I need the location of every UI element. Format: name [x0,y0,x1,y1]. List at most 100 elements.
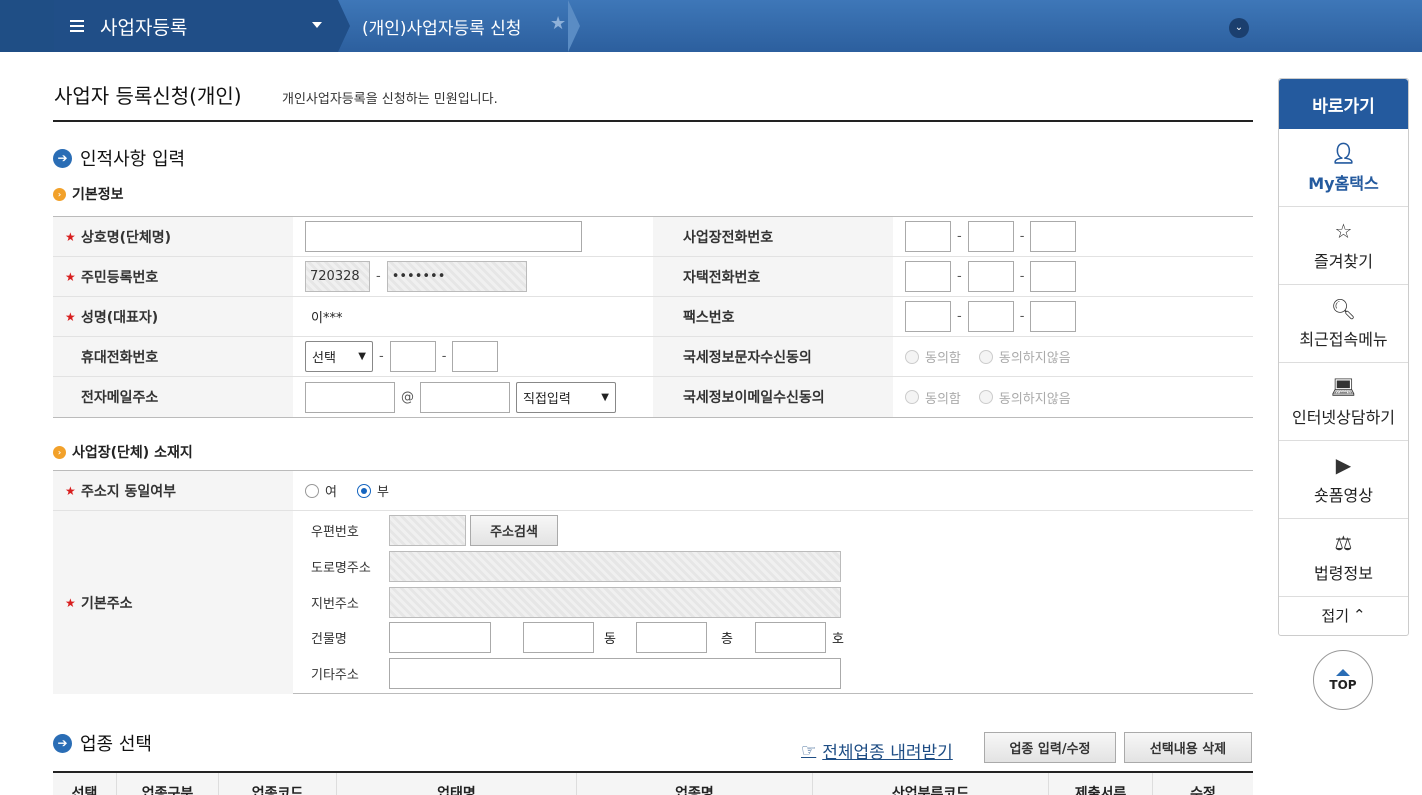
quick-item-label: 법령정보 [1314,563,1373,583]
building-name-input[interactable] [389,622,491,653]
quick-item-label: 인터넷상담하기 [1291,407,1396,427]
col-industry-type: 업종구분 [117,773,219,795]
biz-phone-2-input[interactable] [967,221,1014,252]
road-address-input [389,551,841,582]
email-disagree-radio[interactable] [978,390,993,404]
gavel-icon: ⚖ [1334,530,1353,555]
home-phone-2-input[interactable] [967,261,1014,292]
menu-title[interactable]: 사업자등록 [100,13,187,40]
home-phone-label: 자택전화번호 [683,269,761,286]
etc-address-input[interactable] [389,658,841,689]
basic-info-table: ★ 상호명(단체명) 사업장전화번호 - - ★ 주민등록번호 720328 - •… [53,216,1253,418]
label-cell: ★ 기본주소 [53,511,293,694]
label-cell: ★ 주소지 동일여부 [53,471,293,510]
delete-selection-button[interactable]: 선택내용 삭제 [1124,732,1252,763]
biz-phone-1-input[interactable] [905,221,951,252]
fax-3-input[interactable] [1030,301,1077,332]
email-agree-radio[interactable] [905,390,919,404]
road-address-row: 도로명주소 [293,551,1253,582]
edit-industry-button[interactable]: 업종 입력/수정 [984,732,1116,763]
star-outline-icon: ☆ [1334,218,1353,243]
required-mark: ★ [65,309,76,324]
ho-input[interactable] [755,622,826,653]
value-cell: - - [893,297,1253,336]
mobile-3-input[interactable] [452,341,499,372]
resident-front-input: 720328 [305,261,370,292]
representative-name: 이*** [311,311,343,326]
dash: - [1019,229,1025,244]
pointing-hand-icon: ☞ [801,740,817,761]
download-industry-link[interactable]: ☞ 전체업종 내려받기 [801,738,953,764]
laptop-icon: 💻︎ [1330,374,1357,399]
hamburger-icon[interactable] [70,20,84,32]
email-consent-label: 국세정보이메일수신동의 [683,390,825,406]
home-phone-3-input[interactable] [1030,261,1077,292]
top-label: TOP [1329,677,1357,692]
caret-down-icon[interactable] [312,22,322,28]
quick-online-consult[interactable]: 💻︎ 인터넷상담하기 [1279,363,1408,441]
etc-address-label: 기타주소 [311,668,359,683]
dash: - [957,229,962,244]
dong-input[interactable] [523,622,594,653]
floor-input[interactable] [636,622,707,653]
chevron-down-icon: ▼ [358,351,366,362]
value-cell: 동의함 동의하지않음 [893,337,1253,376]
menu-dropdown[interactable]: 사업자등록 [54,0,338,52]
quick-fold-button[interactable]: 접기 ⌃ [1279,597,1408,633]
dash: - [376,269,381,284]
quick-recent-menu[interactable]: 🔍︎ 최근접속메뉴 [1279,285,1408,363]
lot-address-row: 지번주소 [293,587,1253,618]
document-search-icon: 🔍︎ [1330,296,1357,321]
scroll-top-button[interactable]: TOP [1313,650,1373,710]
arrow-right-circle-icon: ➔ [53,148,72,168]
select-value: 선택 [312,351,336,366]
label-cell: 자택전화번호 [653,257,893,296]
biz-name-input[interactable] [305,221,582,252]
value-cell: 선택 ▼ - - [293,337,653,376]
mobile-2-input[interactable] [389,341,436,372]
same-address-no-radio[interactable] [356,483,371,498]
breadcrumb-divider [338,0,350,52]
mobile-prefix-select[interactable]: 선택 ▼ [305,341,373,372]
value-cell: 여 부 [293,471,653,510]
value-cell [293,217,653,256]
radio-label: 동의함 [925,391,961,407]
fax-2-input[interactable] [967,301,1014,332]
same-address-yes-radio[interactable] [305,483,319,498]
home-phone-1-input[interactable] [905,261,951,292]
address-search-button[interactable]: 주소검색 [470,515,558,546]
label-cell: ★ 상호명(단체명) [53,217,293,256]
quick-favorites[interactable]: ☆ 즐겨찾기 [1279,207,1408,285]
email-domain-select[interactable]: 직접입력 ▼ [516,381,616,413]
quick-my-hometax[interactable]: 👤︎ My홈택스 [1279,129,1408,207]
dash: - [957,309,962,324]
value-cell: 이*** [293,297,653,336]
label-cell: 팩스번호 [653,297,893,336]
chevron-up-icon: ⌃ [1353,606,1366,624]
quick-law-info[interactable]: ⚖ 법령정보 [1279,519,1408,597]
value-cell: 동의함 동의하지않음 [893,377,1253,417]
favorite-star-icon[interactable]: ★ [550,13,566,34]
value-cell: - - [893,217,1253,256]
breadcrumb-current[interactable]: (개인)사업자등록 신청 [362,14,521,39]
sms-agree-radio[interactable] [905,349,919,364]
building-label: 건물명 [311,632,347,647]
chevron-down-icon[interactable]: ⌄ [1229,18,1249,38]
quick-menu-title: 바로가기 [1279,79,1408,129]
biz-phone-3-input[interactable] [1030,221,1077,252]
sms-disagree-radio[interactable] [978,349,993,364]
required-mark: ★ [65,483,76,498]
required-mark: ★ [65,229,76,244]
resident-no-label: 주민등록번호 [81,269,159,286]
email-id-input[interactable] [305,381,395,413]
email-domain-input[interactable] [420,381,510,413]
arrow-right-circle-icon: ➔ [53,733,72,753]
link-label: 전체업종 내려받기 [822,743,953,763]
quick-short-video[interactable]: ▶ 숏폼영상 [1279,441,1408,519]
dash: - [957,269,962,284]
name-label: 성명(대표자) [81,309,159,326]
lot-address-label: 지번주소 [311,597,359,612]
fax-1-input[interactable] [905,301,951,332]
col-select: 선택 [53,773,117,795]
sms-consent-label: 국세정보문자수신동의 [683,349,812,366]
